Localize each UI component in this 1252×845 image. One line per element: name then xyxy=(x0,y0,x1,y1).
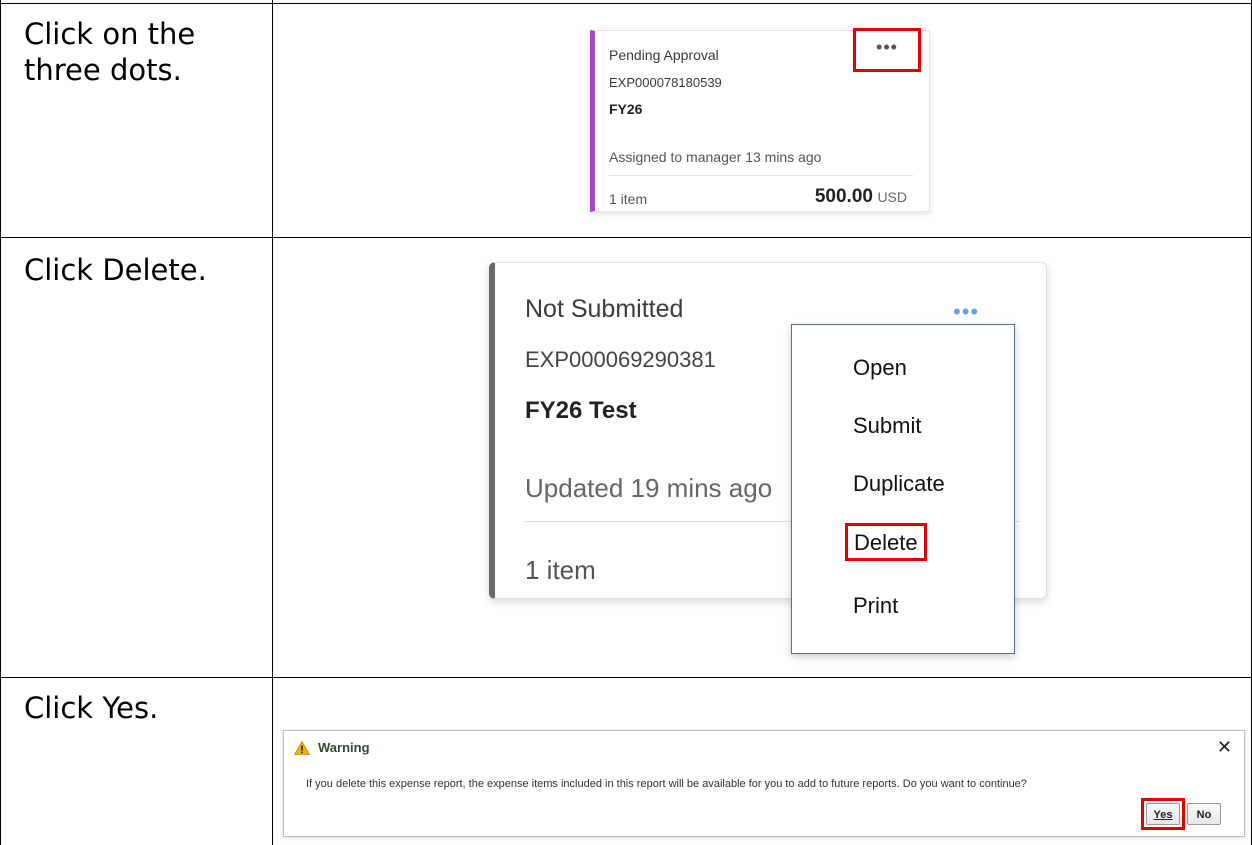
report-id: EXP000069290381 xyxy=(525,347,716,372)
item-count: 1 item xyxy=(525,555,596,585)
yes-button-label: Yes xyxy=(1153,809,1173,821)
more-actions-button-highlight[interactable]: ••• xyxy=(853,28,921,72)
card-divider xyxy=(609,175,913,176)
row-divider xyxy=(0,237,1252,238)
menu-item-open[interactable]: Open xyxy=(853,355,907,381)
item-count: 1 item xyxy=(609,191,648,207)
report-total: 500.00 USD xyxy=(815,186,907,208)
warning-dialog: Warning ✕ If you delete this expense rep… xyxy=(283,730,1245,837)
no-button[interactable]: No xyxy=(1187,803,1221,825)
table-border-left xyxy=(0,0,1,845)
row-divider xyxy=(0,677,1252,678)
menu-item-delete[interactable]: Delete xyxy=(845,523,927,561)
dialog-message: If you delete this expense report, the e… xyxy=(306,778,1027,790)
report-actions-menu: Open Submit Duplicate Delete Print xyxy=(791,324,1015,654)
report-currency: USD xyxy=(877,189,907,205)
warning-triangle-icon xyxy=(294,741,310,755)
report-status: Pending Approval xyxy=(609,47,719,63)
table-border-top xyxy=(0,3,1252,4)
report-id: EXP000078180539 xyxy=(609,75,722,90)
step-3-instruction: Click Yes. xyxy=(24,691,159,725)
report-status: Not Submitted xyxy=(525,295,684,323)
more-horizontal-icon: ••• xyxy=(876,37,898,57)
more-horizontal-icon[interactable]: ••• xyxy=(953,299,979,325)
close-icon[interactable]: ✕ xyxy=(1217,737,1232,758)
menu-item-duplicate[interactable]: Duplicate xyxy=(853,471,945,497)
report-activity: Updated 19 mins ago xyxy=(525,473,773,503)
report-name: FY26 xyxy=(609,101,643,117)
report-activity: Assigned to manager 13 mins ago xyxy=(609,149,822,165)
column-divider xyxy=(272,0,273,845)
no-button-label: No xyxy=(1196,809,1212,821)
yes-button[interactable]: Yes xyxy=(1146,803,1180,825)
menu-item-submit[interactable]: Submit xyxy=(853,413,921,439)
report-name: FY26 Test xyxy=(525,397,637,424)
step-2-instruction: Click Delete. xyxy=(24,253,207,287)
report-amount: 500.00 xyxy=(814,186,873,207)
menu-item-print[interactable]: Print xyxy=(853,593,898,619)
step-1-instruction: Click on the three dots. xyxy=(24,17,196,87)
expense-report-card-pending[interactable]: Pending Approval EXP000078180539 FY26 As… xyxy=(590,28,930,212)
dialog-title: Warning xyxy=(318,740,370,755)
